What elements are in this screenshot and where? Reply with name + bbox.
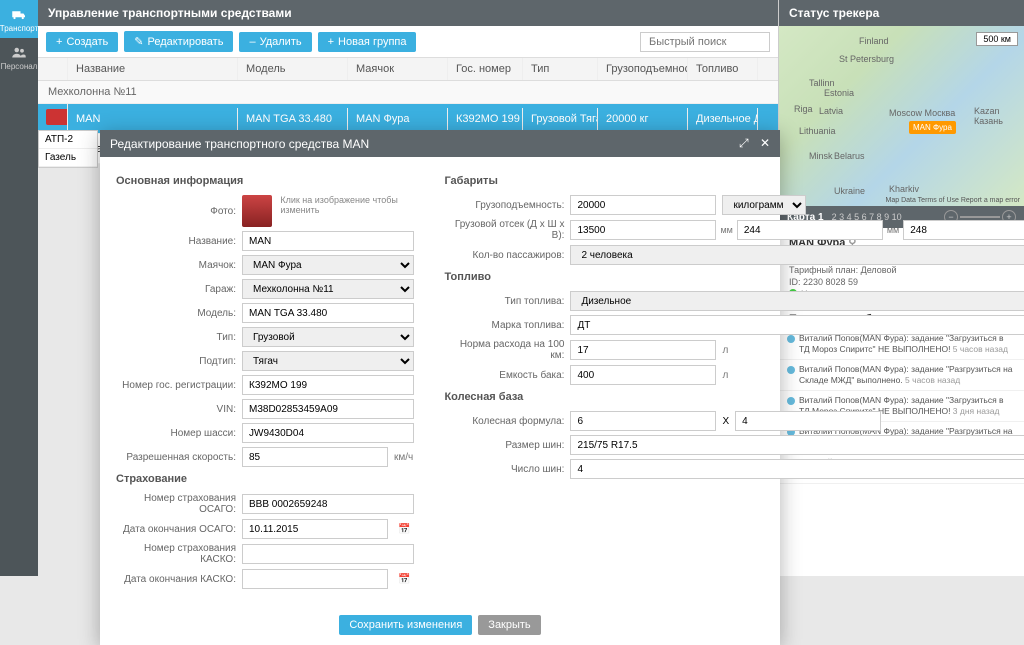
tree-item[interactable]: АТП-2 — [39, 131, 97, 149]
expand-icon[interactable]: ⤢ — [739, 136, 749, 150]
main-title: Управление транспортными средствами — [38, 0, 778, 26]
delete-button[interactable]: –Удалить — [239, 32, 311, 52]
map-scale[interactable]: 500 км — [976, 32, 1018, 46]
tiresize-field[interactable] — [570, 435, 1024, 455]
grid-header: Название Модель Маячок Гос. номер Тип Гр… — [38, 58, 778, 81]
dialog-controls: ⤢ ✕ — [739, 136, 770, 151]
close-icon[interactable]: ✕ — [760, 136, 770, 150]
passengers-select[interactable]: 2 человека — [570, 245, 1024, 265]
plate-field[interactable] — [242, 375, 414, 395]
section-fuel: Топливо — [444, 271, 1024, 283]
col-beacon[interactable]: Маячок — [348, 58, 448, 80]
kasko-field[interactable] — [242, 544, 414, 564]
people-icon — [10, 44, 28, 62]
nav-transport-label: Транспорт — [0, 24, 38, 33]
toolbar: +Создать ✎Редактировать –Удалить +Новая … — [38, 26, 778, 58]
plus-icon: + — [328, 36, 334, 48]
beacon-select[interactable]: MAN Фура — [242, 255, 414, 275]
tracker-title: Статус трекера — [779, 0, 1024, 26]
section-dimensions: Габариты — [444, 175, 1024, 187]
truck-icon — [10, 6, 28, 24]
search-input[interactable] — [640, 32, 770, 52]
edit-vehicle-dialog: Редактирование транспортного средства MA… — [100, 130, 780, 645]
vehicle-photo[interactable] — [242, 195, 272, 227]
tirecount-field[interactable] — [570, 459, 1024, 479]
subtype-select[interactable]: Тягач — [242, 351, 414, 371]
width-field[interactable] — [737, 220, 883, 240]
photo-hint: Клик на изображение чтобы изменить — [280, 195, 414, 215]
col-plate[interactable]: Гос. номер — [448, 58, 523, 80]
edit-button[interactable]: ✎Редактировать — [124, 31, 233, 52]
length-field[interactable] — [570, 220, 716, 240]
model-field[interactable] — [242, 303, 414, 323]
minus-icon: – — [249, 36, 255, 48]
dialog-header: Редактирование транспортного средства MA… — [100, 130, 780, 157]
name-field[interactable] — [242, 231, 414, 251]
osago-date-field[interactable] — [242, 519, 388, 539]
map-marker[interactable]: MAN Фура — [909, 121, 956, 134]
nav-staff-label: Персонал — [1, 62, 38, 71]
col-weight[interactable]: Грузоподъемность — [598, 58, 688, 80]
create-button[interactable]: +Создать — [46, 32, 118, 52]
section-insurance: Страхование — [116, 473, 414, 485]
nav-staff[interactable]: Персонал — [0, 38, 38, 76]
fuelbrand-field[interactable] — [570, 315, 1024, 335]
group-row[interactable]: Мехколонна №11 — [38, 81, 778, 104]
chassis-field[interactable] — [242, 423, 414, 443]
section-wheelbase: Колесная база — [444, 391, 1024, 403]
calendar-icon[interactable]: 📅 — [394, 574, 414, 585]
wheels1-field[interactable] — [570, 411, 716, 431]
col-name[interactable]: Название — [68, 58, 238, 80]
kasko-date-field[interactable] — [242, 569, 388, 589]
dialog-title: Редактирование транспортного средства MA… — [110, 137, 369, 151]
plus-icon: + — [56, 36, 62, 48]
calendar-icon[interactable]: 📅 — [394, 524, 414, 535]
group-tree: АТП-2 Газель — [38, 130, 98, 168]
type-select[interactable]: Грузовой — [242, 327, 414, 347]
capacity-unit[interactable]: килограмм — [722, 195, 806, 215]
consumption-field[interactable] — [570, 340, 716, 360]
new-group-button[interactable]: +Новая группа — [318, 32, 417, 52]
pencil-icon: ✎ — [134, 35, 143, 48]
speed-field[interactable] — [242, 447, 388, 467]
osago-field[interactable] — [242, 494, 414, 514]
close-button[interactable]: Закрыть — [478, 615, 540, 635]
capacity-field[interactable] — [570, 195, 716, 215]
truck-icon — [46, 109, 68, 125]
wheels2-field[interactable] — [735, 411, 881, 431]
height-field[interactable] — [903, 220, 1024, 240]
col-type[interactable]: Тип — [523, 58, 598, 80]
nav-transport[interactable]: Транспорт — [0, 0, 38, 38]
section-main: Основная информация — [116, 175, 414, 187]
fueltype-select[interactable]: Дизельное — [570, 291, 1024, 311]
col-model[interactable]: Модель — [238, 58, 348, 80]
sidebar: Транспорт Персонал — [0, 0, 38, 576]
vin-field[interactable] — [242, 399, 414, 419]
col-fuel[interactable]: Топливо — [688, 58, 758, 80]
tree-item[interactable]: Газель — [39, 149, 97, 167]
garage-select[interactable]: Мехколонна №11 — [242, 279, 414, 299]
tank-field[interactable] — [570, 365, 716, 385]
save-button[interactable]: Сохранить изменения — [339, 615, 472, 635]
